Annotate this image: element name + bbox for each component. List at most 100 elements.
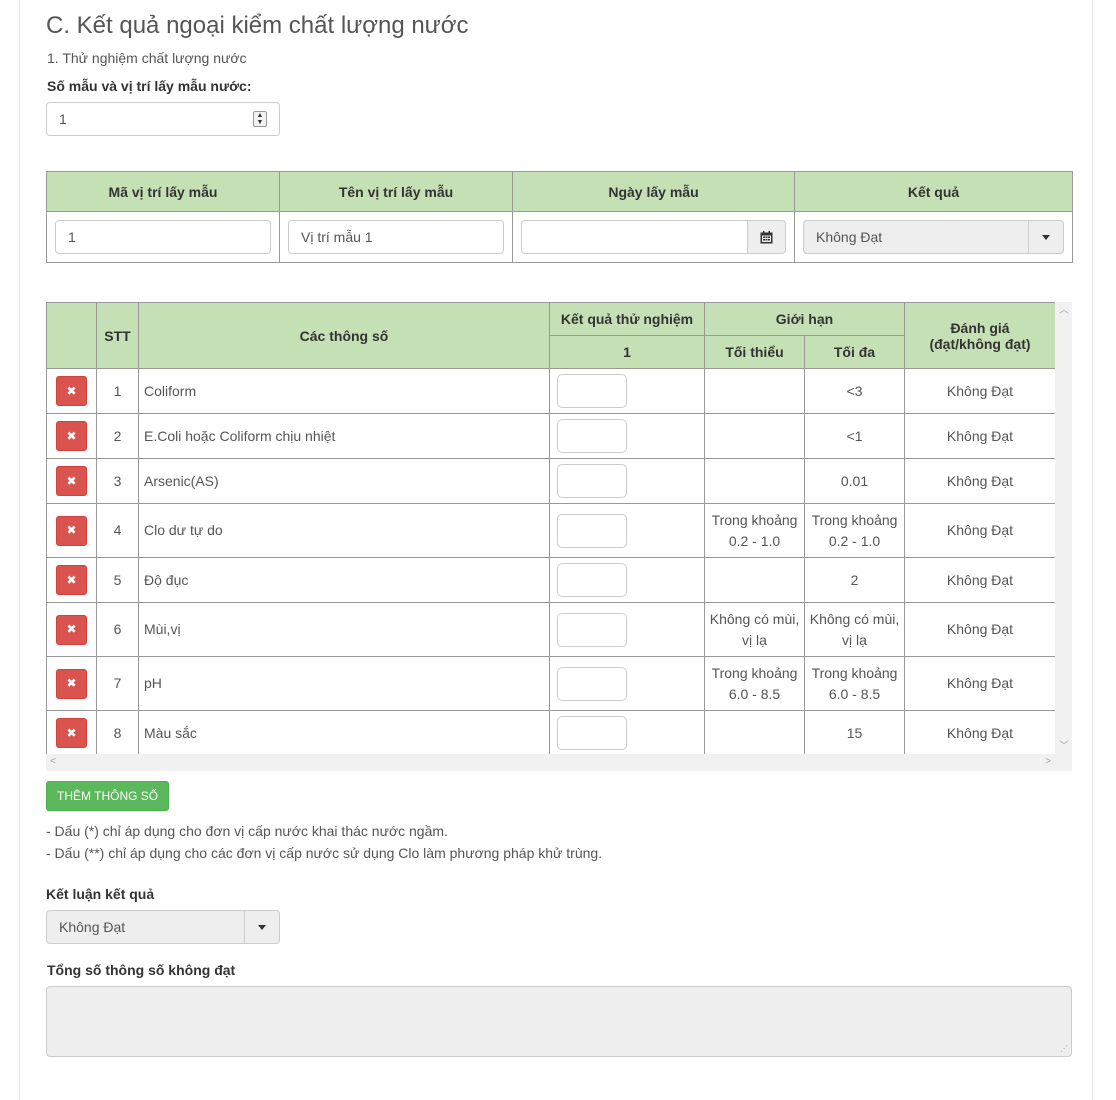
test-result-input[interactable] xyxy=(557,513,627,548)
times-icon: ✖ xyxy=(66,725,77,740)
header-evaluation: Đánh giá (đạt/không đạt) xyxy=(904,302,1056,369)
row-result-cell xyxy=(549,557,705,603)
scroll-up-icon[interactable]: ︿ xyxy=(1059,306,1069,316)
header-params: Các thông số xyxy=(138,302,550,369)
row-action-cell: ✖ xyxy=(46,503,97,558)
header-sample-1: 1 xyxy=(549,335,705,369)
test-result-input[interactable] xyxy=(557,716,627,750)
row-max: Trong khoảng 6.0 - 8.5 xyxy=(804,656,905,711)
conclusion-value: Không Đạt xyxy=(59,919,126,935)
row-param-name: E.Coli hoặc Coliform chịu nhiệt xyxy=(138,413,550,459)
delete-row-button[interactable]: ✖ xyxy=(56,668,87,699)
header-test-result: Kết quả thử nghiệm xyxy=(549,302,705,336)
test-result-input[interactable] xyxy=(557,464,627,498)
note-groundwater: - Dấu (*) chỉ áp dụng cho đơn vị cấp nướ… xyxy=(46,823,448,839)
row-max: Trong khoảng 0.2 - 1.0 xyxy=(804,503,905,558)
sample-date-input[interactable] xyxy=(521,220,748,254)
delete-row-button[interactable]: ✖ xyxy=(56,718,87,748)
delete-row-button[interactable]: ✖ xyxy=(56,466,87,496)
sample-count-input[interactable] xyxy=(46,102,280,136)
row-stt: 3 xyxy=(96,458,139,504)
params-table: STT Các thông số Kết quả thử nghiệm Giới… xyxy=(46,302,1056,756)
delete-row-button[interactable]: ✖ xyxy=(56,421,87,451)
row-result-cell xyxy=(549,458,705,504)
row-min xyxy=(704,413,805,459)
delete-row-button[interactable]: ✖ xyxy=(56,614,87,645)
dropdown-toggle[interactable] xyxy=(1028,221,1063,253)
add-param-button[interactable]: THÊM THÔNG SỐ xyxy=(46,781,170,811)
scroll-left-icon[interactable]: < xyxy=(50,757,56,767)
row-param-name: Coliform xyxy=(138,368,550,414)
param-row: ✖ 7 pH Trong khoảng 6.0 - 8.5 Trong khoảng 6… xyxy=(46,656,1056,711)
test-result-input[interactable] xyxy=(557,666,627,701)
row-param-name: Arsenic(AS) xyxy=(138,458,550,504)
row-min xyxy=(704,557,805,603)
row-max: Không có mùi, vị lạ xyxy=(804,602,905,657)
row-stt: 4 xyxy=(96,503,139,558)
total-failed-textarea[interactable]: ⋰ xyxy=(46,986,1072,1057)
row-stt: 6 xyxy=(96,602,139,657)
row-min xyxy=(704,710,805,756)
total-failed-label: Tổng số thông số không đạt xyxy=(47,962,236,978)
test-result-input[interactable] xyxy=(557,612,627,647)
row-max: <1 xyxy=(804,413,905,459)
row-param-name: Màu sắc xyxy=(138,710,550,756)
param-row: ✖ 6 Mùi,vị Không có mùi, vị lạ Không có mùi,… xyxy=(46,602,1056,657)
times-icon: ✖ xyxy=(66,428,77,443)
scroll-down-icon[interactable]: ﹀ xyxy=(1059,742,1069,752)
params-scroll-area: STT Các thông số Kết quả thử nghiệm Giới… xyxy=(46,302,1072,771)
location-result-value: Không Đạt xyxy=(816,229,883,245)
header-max: Tối đa xyxy=(804,335,905,369)
row-max: <3 xyxy=(804,368,905,414)
row-min: Trong khoảng 0.2 - 1.0 xyxy=(704,503,805,558)
test-result-input[interactable] xyxy=(557,563,627,597)
test-result-input[interactable] xyxy=(557,374,627,408)
calendar-button[interactable] xyxy=(748,220,786,254)
location-result-select[interactable]: Không Đạt xyxy=(803,220,1064,254)
row-action-cell: ✖ xyxy=(46,710,97,756)
header-evaluation-line1: Đánh giá xyxy=(950,319,1010,336)
location-name-input[interactable] xyxy=(288,220,504,254)
section-subtitle: 1. Thử nghiệm chất lượng nước xyxy=(47,50,247,66)
row-evaluation: Không Đạt xyxy=(904,557,1056,603)
conclusion-select[interactable]: Không Đạt xyxy=(46,910,280,944)
vertical-scrollbar[interactable]: ︿ ﹀ xyxy=(1055,302,1072,754)
row-action-cell: ✖ xyxy=(46,656,97,711)
times-icon: ✖ xyxy=(66,676,77,690)
row-stt: 8 xyxy=(96,710,139,756)
resize-grip-icon[interactable]: ⋰ xyxy=(1060,1045,1068,1053)
row-min xyxy=(704,458,805,504)
horizontal-scrollbar[interactable]: < > xyxy=(46,754,1072,771)
row-result-cell xyxy=(549,503,705,558)
row-stt: 2 xyxy=(96,413,139,459)
header-evaluation-line2: (đạt/không đạt) xyxy=(929,335,1031,352)
row-evaluation: Không Đạt xyxy=(904,503,1056,558)
header-location-name: Tên vị trí lấy mẫu xyxy=(279,171,513,212)
scroll-right-icon[interactable]: > xyxy=(1045,757,1051,767)
delete-row-button[interactable]: ✖ xyxy=(56,376,87,406)
test-result-input[interactable] xyxy=(557,419,627,453)
row-result-cell xyxy=(549,710,705,756)
times-icon: ✖ xyxy=(66,572,77,587)
conclusion-label: Kết luận kết quả xyxy=(46,886,155,902)
dropdown-toggle[interactable] xyxy=(244,911,279,943)
row-max: 2 xyxy=(804,557,905,603)
row-param-name: Clo dư tự do xyxy=(138,503,550,558)
row-evaluation: Không Đạt xyxy=(904,458,1056,504)
location-code-input[interactable] xyxy=(55,220,271,254)
row-stt: 5 xyxy=(96,557,139,603)
delete-row-button[interactable]: ✖ xyxy=(56,515,87,546)
header-stt: STT xyxy=(96,302,139,369)
row-stt: 1 xyxy=(96,368,139,414)
delete-row-button[interactable]: ✖ xyxy=(56,565,87,595)
row-action-cell: ✖ xyxy=(46,413,97,459)
header-actions xyxy=(46,302,97,369)
row-result-cell xyxy=(549,368,705,414)
spinner-icon[interactable]: ▲ ▼ xyxy=(253,111,267,127)
row-action-cell: ✖ xyxy=(46,602,97,657)
header-min: Tối thiểu xyxy=(704,335,805,369)
param-row: ✖ 1 Coliform <3 Không Đạt xyxy=(46,368,1056,414)
row-min: Trong khoảng 6.0 - 8.5 xyxy=(704,656,805,711)
row-stt: 7 xyxy=(96,656,139,711)
param-row: ✖ 3 Arsenic(AS) 0.01 Không Đạt xyxy=(46,458,1056,504)
